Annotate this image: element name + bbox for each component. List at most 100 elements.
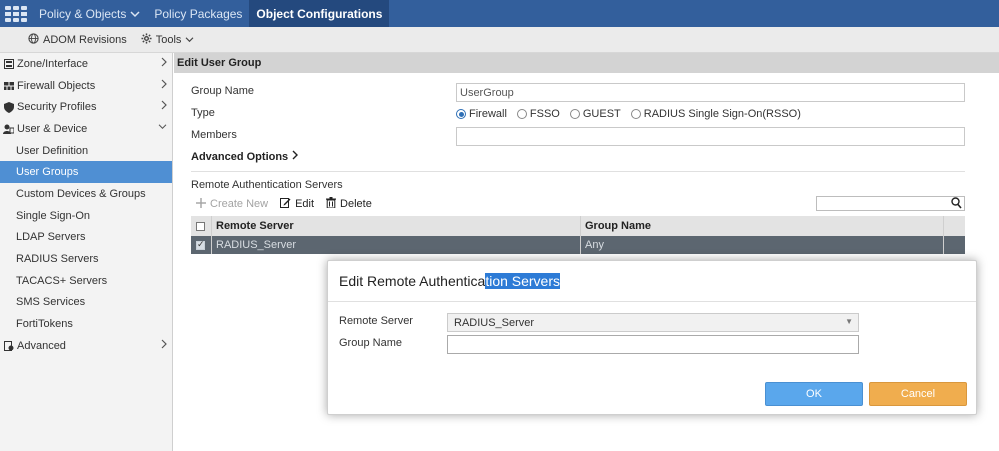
remote-server-label: Remote Server xyxy=(339,315,413,327)
search-icon[interactable] xyxy=(951,197,962,212)
sidebar-item-label: Security Profiles xyxy=(17,101,97,114)
column-header-group-name[interactable]: Group Name xyxy=(581,216,944,236)
sidebar-item-radius-servers[interactable]: RADIUS Servers xyxy=(0,248,172,270)
radio-unchecked-icon xyxy=(516,109,527,119)
type-label: Type xyxy=(191,107,215,119)
row-checkbox-cell[interactable] xyxy=(191,236,212,254)
sidebar-item-fortitokens[interactable]: FortiTokens xyxy=(0,313,172,335)
chevron-right-icon xyxy=(161,100,167,113)
radio-label: FSSO xyxy=(529,108,560,120)
chevron-right-icon xyxy=(292,150,299,163)
tools-label: Tools xyxy=(155,33,182,46)
plus-icon xyxy=(196,197,206,211)
tools-menu-button[interactable]: Tools xyxy=(141,32,195,47)
sidebar-item-label: Advanced xyxy=(17,339,66,352)
radio-checked-icon xyxy=(456,109,466,119)
members-label: Members xyxy=(191,129,237,141)
dialog-group-name-field[interactable] xyxy=(447,335,859,354)
members-field[interactable] xyxy=(456,127,965,146)
fortinet-logo-icon[interactable] xyxy=(0,0,32,27)
sub-toolbar: ADOM Revisions Tools xyxy=(0,27,999,53)
column-header-remote-server[interactable]: Remote Server xyxy=(212,216,581,236)
adom-revisions-label: ADOM Revisions xyxy=(43,33,127,46)
checkbox-checked-icon xyxy=(196,239,205,250)
nav-object-configurations-label: Object Configurations xyxy=(256,6,383,21)
sidebar-item-security-profiles[interactable]: Security Profiles xyxy=(0,96,172,118)
column-header-filler xyxy=(944,216,965,236)
gear-icon xyxy=(141,32,152,47)
sidebar-item-user-device[interactable]: User & Device xyxy=(0,118,172,140)
delete-button[interactable]: Delete xyxy=(326,197,372,211)
remote-server-value: RADIUS_Server xyxy=(454,316,535,329)
remote-auth-toolbar: Create New Edit Delete xyxy=(196,197,372,211)
sidebar-item-user-definition[interactable]: User Definition xyxy=(0,140,172,162)
edit-remote-auth-dialog: Edit Remote Authentication Servers Remot… xyxy=(327,260,977,415)
advanced-options-label: Advanced Options xyxy=(191,150,289,163)
sidebar-item-label: FortiTokens xyxy=(16,318,73,331)
firewall-icon xyxy=(3,80,14,91)
shield-icon xyxy=(3,101,14,113)
radio-unchecked-icon xyxy=(569,109,580,119)
sidebar-item-label: LDAP Servers xyxy=(16,231,86,244)
chevron-down-icon xyxy=(130,7,140,21)
sidebar-item-advanced[interactable]: Advanced xyxy=(0,335,172,357)
sidebar-item-single-sign-on[interactable]: Single Sign-On xyxy=(0,205,172,227)
dialog-title-text: Edit Remote Authentica xyxy=(339,273,486,289)
nav-policy-packages-label: Policy Packages xyxy=(154,6,243,21)
type-radio-group: Firewall FSSO GUEST RADIUS Single Sign-O… xyxy=(456,108,801,120)
sidebar-item-tacacs-servers[interactable]: TACACS+ Servers xyxy=(0,270,172,292)
ok-button[interactable]: OK xyxy=(765,382,863,406)
table-header: Remote Server Group Name xyxy=(191,216,965,236)
sidebar-item-label: User & Device xyxy=(17,122,88,135)
edit-label: Edit xyxy=(295,198,315,210)
sidebar-item-label: User Groups xyxy=(16,166,79,179)
radio-unchecked-icon xyxy=(630,109,641,119)
dialog-group-name-label: Group Name xyxy=(339,337,402,349)
group-name-field[interactable]: UserGroup xyxy=(456,83,965,102)
type-radio-guest[interactable]: GUEST xyxy=(569,108,621,120)
select-all-checkbox-cell[interactable] xyxy=(191,216,212,236)
sidebar-item-firewall-objects[interactable]: Firewall Objects xyxy=(0,75,172,97)
dialog-title-selected-text: tion Servers xyxy=(485,273,561,289)
remote-server-select[interactable]: RADIUS_Server ▼ xyxy=(447,313,859,332)
group-name-label: Group Name xyxy=(191,85,254,97)
cell-filler xyxy=(944,236,965,254)
nav-policy-packages[interactable]: Policy Packages xyxy=(147,0,249,27)
adom-revisions-button[interactable]: ADOM Revisions xyxy=(28,32,127,47)
sidebar-item-zone-interface[interactable]: Zone/Interface xyxy=(0,53,172,75)
sidebar-item-label: SMS Services xyxy=(16,296,86,309)
advanced-options-toggle[interactable]: Advanced Options xyxy=(191,150,299,163)
type-radio-firewall[interactable]: Firewall xyxy=(456,108,507,120)
nav-object-configurations[interactable]: Object Configurations xyxy=(249,0,390,27)
sidebar-item-user-groups[interactable]: User Groups xyxy=(0,161,172,184)
sidebar-item-label: Single Sign-On xyxy=(16,209,90,222)
create-new-label: Create New xyxy=(210,198,269,210)
advanced-icon xyxy=(3,340,14,351)
type-radio-fsso[interactable]: FSSO xyxy=(516,108,560,120)
sidebar-item-sms-services[interactable]: SMS Services xyxy=(0,292,172,314)
page-title: Edit User Group xyxy=(174,53,999,73)
type-radio-rsso[interactable]: RADIUS Single Sign-On(RSSO) xyxy=(630,108,801,120)
nav-policy-objects[interactable]: Policy & Objects xyxy=(32,0,147,27)
sidebar: Zone/Interface Firewall Objects Security… xyxy=(0,53,173,451)
radio-label: Firewall xyxy=(469,108,507,120)
dialog-divider xyxy=(328,301,976,302)
table-search-input[interactable] xyxy=(816,196,965,211)
edit-icon xyxy=(280,197,291,211)
create-new-button[interactable]: Create New xyxy=(196,197,269,211)
chevron-down-icon xyxy=(185,34,194,46)
radio-label: RADIUS Single Sign-On(RSSO) xyxy=(643,108,801,120)
chevron-right-icon xyxy=(161,57,167,70)
sidebar-item-label: RADIUS Servers xyxy=(16,253,99,266)
group-name-value: UserGroup xyxy=(460,86,514,99)
edit-button[interactable]: Edit xyxy=(280,197,314,211)
sidebar-item-ldap-servers[interactable]: LDAP Servers xyxy=(0,227,172,249)
sidebar-item-custom-devices-groups[interactable]: Custom Devices & Groups xyxy=(0,183,172,205)
sidebar-item-label: Zone/Interface xyxy=(17,57,88,70)
radio-label: GUEST xyxy=(582,108,621,120)
sidebar-item-label: TACACS+ Servers xyxy=(16,274,108,287)
cancel-button[interactable]: Cancel xyxy=(869,382,967,406)
chevron-down-icon xyxy=(158,122,167,133)
table-row[interactable]: RADIUS_Server Any xyxy=(191,236,965,254)
nav-policy-objects-label: Policy & Objects xyxy=(39,6,127,21)
